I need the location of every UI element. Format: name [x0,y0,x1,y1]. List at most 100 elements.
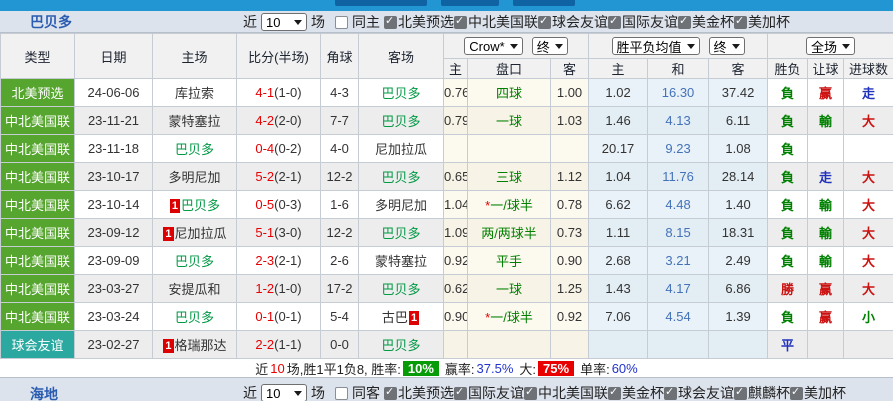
league-filter-item[interactable]: 中北美国联 [524,383,608,401]
checkbox-checked-icon[interactable] [384,16,397,29]
avg-away-cell: 1.40 [709,191,768,219]
league-filter-item[interactable]: 美加杯 [734,12,790,32]
corner-cell: 2-6 [321,247,359,275]
topbar-clipped-text [513,0,575,6]
chevron-down-icon [510,44,518,49]
away-team-cell: 巴贝多 [359,219,444,247]
red-card-badge: 1 [163,227,173,241]
checkbox-checked-icon[interactable] [454,387,467,400]
goals-result-cell [844,135,893,163]
match-type-cell: 中北美国联 [1,275,75,303]
league-filter-item[interactable]: 美加杯 [790,383,846,401]
avg-home-cell: 1.46 [589,107,648,135]
avg-type-select[interactable]: 胜平负均值 [612,37,700,55]
checkbox-checked-icon[interactable] [524,387,537,400]
score-cell: 2-3(2-1) [237,247,321,275]
home-team-cell: 1巴贝多 [153,191,237,219]
away-team-name: 尼加拉瓜 [375,142,427,157]
halftime-score: (0-1) [274,309,301,324]
handicap-cell [468,135,551,163]
fulltime-score: 2-2 [255,337,274,352]
corner-cell: 7-7 [321,107,359,135]
away-team-name: 巴贝多 [381,338,420,353]
checkbox-checked-icon[interactable] [608,387,621,400]
halftime-score: (3-0) [274,225,301,240]
fulltime-score: 2-3 [255,253,274,268]
league-filter-item[interactable]: 球会友谊 [538,12,608,32]
match-stats-page: 巴贝多 近 10 场 同主 北美预选中北美国联球会友谊国际友谊美金杯美加杯 类型… [0,0,893,401]
fulltime-score: 5-1 [255,225,274,240]
handicap-value: 四球 [496,86,522,101]
odds-company-select[interactable]: Crow* [464,37,522,55]
league-filter-item[interactable]: 北美预选 [384,383,454,401]
league-filter-item[interactable]: 美金杯 [678,12,734,32]
match-row: 中北美国联 23-11-18 巴贝多 0-4(0-2) 4-0 尼加拉瓜 20.… [1,135,893,163]
result-cell: 勝 [768,275,808,303]
away-team-cell: 蒙特塞拉 [359,247,444,275]
handicap-result-cell: 輸 [808,219,844,247]
match-type-cell: 中北美国联 [1,303,75,331]
same-venue-checkbox[interactable] [335,387,348,400]
home-team-cell: 巴贝多 [153,135,237,163]
scope-value: 全场 [811,37,837,56]
match-date-cell: 23-10-17 [75,163,153,191]
match-row: 中北美国联 23-09-09 巴贝多 2-3(2-1) 2-6 蒙特塞拉 0.9… [1,247,893,275]
checkbox-checked-icon[interactable] [608,16,621,29]
checkbox-checked-icon[interactable] [734,387,747,400]
league-filter-item[interactable]: 中北美国联 [454,12,538,32]
halftime-score: (2-1) [274,253,301,268]
halftime-score: (0-3) [274,197,301,212]
league-filter-item[interactable]: 国际友谊 [454,383,524,401]
league-filter-item[interactable]: 球会友谊 [664,383,734,401]
avg-draw-cell: 4.54 [648,303,709,331]
home-team-name: 库拉索 [175,86,214,101]
home-team-cell: 多明尼加 [153,163,237,191]
handicap-result-cell: 赢 [808,79,844,107]
home-odds-cell [444,331,468,359]
league-filter-item[interactable]: 北美预选 [384,12,454,32]
home-odds-cell: 0.79 [444,107,468,135]
summary-near: 近 [255,359,268,378]
league-filter-item[interactable]: 美金杯 [608,383,664,401]
away-odds-cell: 0.78 [551,191,589,219]
match-count-select[interactable]: 10 [261,13,307,31]
avg-draw-cell: 8.15 [648,219,709,247]
checkbox-checked-icon[interactable] [538,16,551,29]
same-venue-checkbox[interactable] [335,16,348,29]
home-odds-cell: 0.76 [444,79,468,107]
checkbox-checked-icon[interactable] [384,387,397,400]
avg-away-cell: 1.39 [709,303,768,331]
near-label: 近 [243,12,257,32]
chevron-down-icon [732,44,740,49]
avg-home-cell: 1.11 [589,219,648,247]
match-row: 中北美国联 23-10-17 多明尼加 5-2(2-1) 12-2 巴贝多 0.… [1,163,893,191]
league-filter-label: 国际友谊 [622,12,678,32]
checkbox-checked-icon[interactable] [678,16,691,29]
red-card-badge: 1 [409,311,419,325]
same-venue-label: 同客 [352,383,380,401]
avg-stage-value: 终 [714,37,727,56]
odds-stage-select[interactable]: 终 [532,37,568,55]
league-filter-label: 中北美国联 [538,383,608,401]
score-cell: 5-2(2-1) [237,163,321,191]
avg-home-cell [589,331,648,359]
league-filter-item[interactable]: 麒麟杯 [734,383,790,401]
checkbox-checked-icon[interactable] [664,387,677,400]
scope-select[interactable]: 全场 [806,37,855,55]
handicap-result-cell: 走 [808,163,844,191]
avg-stage-select[interactable]: 终 [709,37,745,55]
match-type-cell: 中北美国联 [1,247,75,275]
league-filter-item[interactable]: 国际友谊 [608,12,678,32]
checkbox-checked-icon[interactable] [734,16,747,29]
checkbox-checked-icon[interactable] [454,16,467,29]
corner-cell: 4-3 [321,79,359,107]
near-label: 近 [243,383,257,401]
result-cell: 負 [768,79,808,107]
avg-home-cell: 2.68 [589,247,648,275]
sub-col-header: 客 [709,59,768,79]
match-type-cell: 球会友谊 [1,331,75,359]
checkbox-checked-icon[interactable] [790,387,803,400]
away-match-count-select[interactable]: 10 [261,384,307,401]
handicap-cell [468,331,551,359]
match-row: 球会友谊 23-02-27 1格瑞那达 2-2(1-1) 0-0 巴贝多 平 [1,331,893,359]
